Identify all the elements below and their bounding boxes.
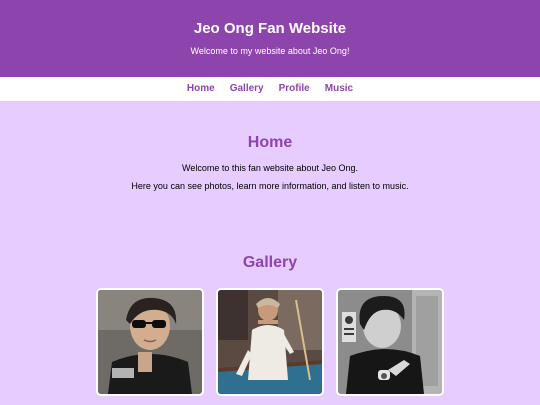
nav-list: Home Gallery Profile Music: [0, 77, 540, 101]
site-header: Jeo Ong Fan Website Welcome to my websit…: [0, 0, 540, 77]
site-title: Jeo Ong Fan Website: [193, 20, 347, 37]
site-tagline: Welcome to my website about Jeo Ong!: [190, 46, 350, 56]
nav-item-profile: Profile: [279, 77, 310, 101]
nav-item-home: Home: [187, 77, 215, 101]
nav-bar: Home Gallery Profile Music: [0, 77, 540, 101]
gallery-heading: Gallery: [242, 254, 298, 271]
man-at-pool-table-photo: [218, 290, 322, 394]
home-heading: Home: [247, 134, 293, 151]
gallery-photo-1[interactable]: [96, 288, 204, 396]
gallery-photo-3[interactable]: [336, 288, 444, 396]
home-intro-text: Welcome to this fan website about Jeo On…: [182, 163, 358, 173]
gallery-grid: [96, 288, 444, 396]
nav-item-gallery: Gallery: [230, 77, 264, 101]
nav-item-music: Music: [325, 77, 353, 101]
home-description-text: Here you can see photos, learn more info…: [131, 181, 409, 191]
nav-link-gallery[interactable]: Gallery: [230, 83, 264, 94]
nav-link-home[interactable]: Home: [187, 83, 215, 94]
gallery-photo-2[interactable]: [216, 288, 324, 396]
nav-link-music[interactable]: Music: [325, 83, 353, 94]
man-in-sunglasses-photo: [98, 290, 202, 394]
nav-link-profile[interactable]: Profile: [279, 83, 310, 94]
man-in-elevator-photo: [338, 290, 442, 394]
